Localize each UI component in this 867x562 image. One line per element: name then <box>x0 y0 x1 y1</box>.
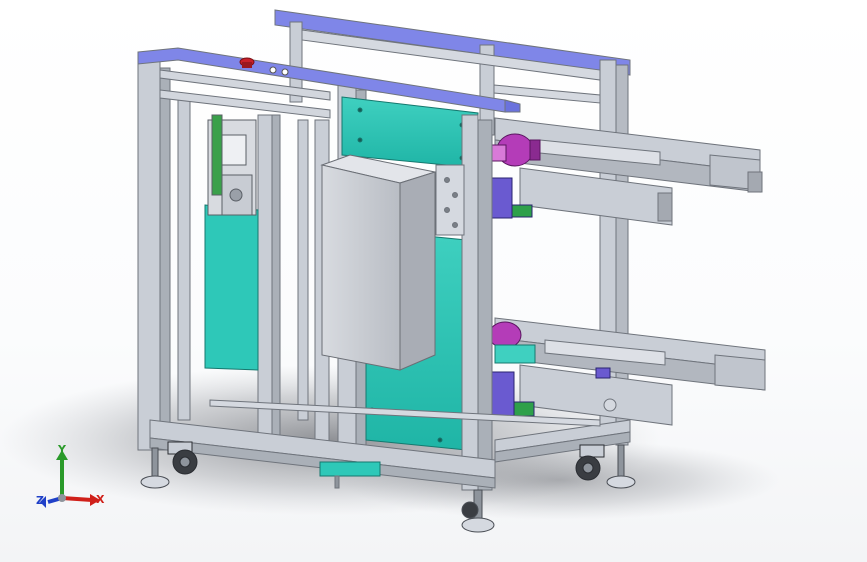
upper-slide-rails <box>494 117 763 226</box>
emergency-stop-button <box>239 57 255 68</box>
machine-model[interactable] <box>0 0 867 562</box>
x-axis-label: X <box>96 493 105 506</box>
y-axis-label: Y <box>58 443 66 456</box>
x-axis-arrow-icon <box>61 496 93 502</box>
cad-viewport[interactable]: X Y Z <box>0 0 867 562</box>
orientation-triad: X Y Z <box>30 440 110 520</box>
inner-electrical-panel <box>207 114 257 216</box>
electrical-box <box>320 154 436 371</box>
triad-axes <box>40 450 100 508</box>
z-axis-label: Z <box>36 494 44 507</box>
